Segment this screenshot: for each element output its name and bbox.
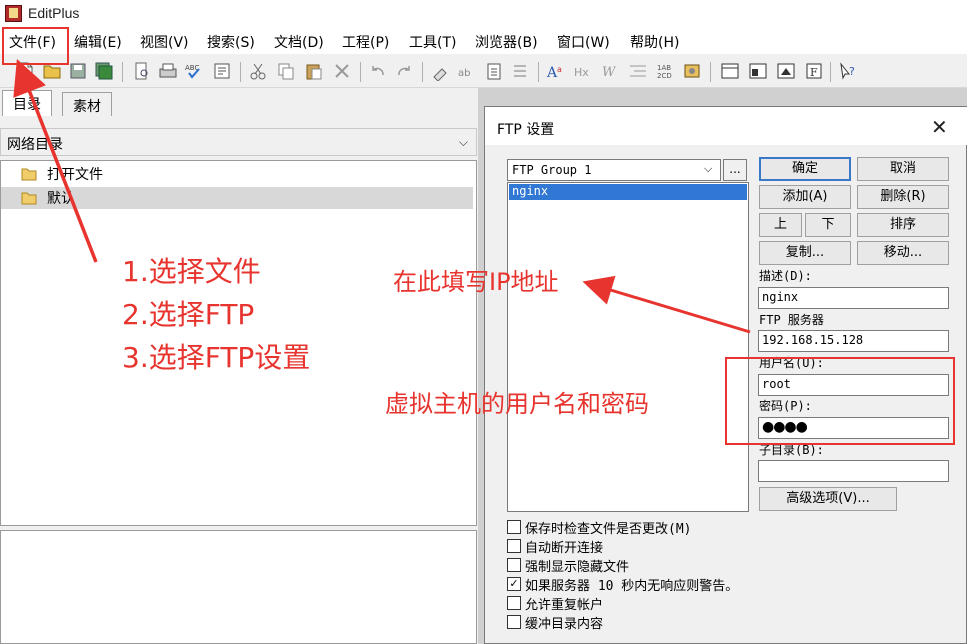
- checkbox-box[interactable]: [507, 520, 521, 534]
- menu-help[interactable]: 帮助(H): [630, 32, 679, 52]
- clipboard-icon[interactable]: [484, 61, 504, 81]
- svg-text:2CD: 2CD: [657, 72, 672, 80]
- function-list-icon[interactable]: F: [804, 61, 824, 81]
- list-item-label: 默认: [47, 191, 75, 207]
- credentials-hint-annotation: 虚拟主机的用户名和密码: [385, 390, 649, 418]
- delete-button[interactable]: 删除(R): [857, 185, 949, 209]
- print-preview-icon[interactable]: [132, 61, 152, 81]
- description-label: 描述(D):: [759, 269, 812, 283]
- directory-window-icon[interactable]: [748, 61, 768, 81]
- sort-button[interactable]: 排序: [857, 213, 949, 237]
- copy-button[interactable]: 复制...: [759, 241, 851, 265]
- sort-icon[interactable]: 1AB 2CD: [656, 61, 676, 81]
- ok-button[interactable]: 确定: [759, 157, 851, 181]
- checkbox-box[interactable]: [507, 596, 521, 610]
- tab-cliptext[interactable]: 素材: [62, 92, 112, 116]
- ip-hint-annotation: 在此填写IP地址: [393, 268, 559, 296]
- hex-view-icon[interactable]: Hx: [574, 61, 594, 81]
- close-icon[interactable]: ✕: [931, 115, 948, 139]
- menu-bar: 文件(F) 编辑(E) 视图(V) 搜索(S) 文档(D) 工程(P) 工具(T…: [0, 28, 967, 54]
- replace-icon[interactable]: ab: [456, 61, 476, 81]
- svg-text:Hx: Hx: [574, 66, 589, 79]
- group-more-button[interactable]: ...: [723, 159, 747, 181]
- svg-text:F: F: [810, 66, 818, 79]
- preferences-icon[interactable]: [682, 61, 702, 81]
- ftp-server-label: FTP 服务器: [759, 313, 824, 327]
- description-input[interactable]: nginx: [758, 287, 949, 309]
- find-icon[interactable]: [430, 61, 450, 82]
- credentials-highlight: [725, 357, 955, 445]
- list-item[interactable]: 打开文件: [21, 163, 473, 185]
- ftp-site-list[interactable]: nginx: [507, 182, 749, 512]
- folder-icon: [21, 168, 37, 181]
- word-wrap-icon[interactable]: [212, 61, 232, 81]
- toggle-window-icon[interactable]: [776, 61, 796, 81]
- ftp-server-input[interactable]: 192.168.15.128: [758, 330, 949, 352]
- folder-icon: [21, 192, 37, 205]
- window-title: EditPlus: [28, 5, 80, 21]
- menu-view[interactable]: 视图(V): [140, 32, 189, 52]
- font-icon[interactable]: Aa: [546, 61, 566, 81]
- checkbox-box[interactable]: [507, 558, 521, 572]
- chevron-down-icon[interactable]: ⌵: [704, 162, 712, 176]
- menu-search[interactable]: 搜索(S): [207, 32, 255, 52]
- help-cursor-icon[interactable]: ?: [838, 61, 858, 81]
- list-item-label: 打开文件: [47, 167, 103, 183]
- paste-icon[interactable]: [304, 61, 324, 81]
- check-icon[interactable]: ✓: [507, 577, 521, 591]
- output-window-icon[interactable]: [720, 61, 740, 81]
- checkbox-box[interactable]: [507, 539, 521, 553]
- undo-icon[interactable]: [368, 61, 388, 81]
- print-icon[interactable]: [158, 61, 178, 81]
- toolbar: ABC ab Aa Hx W 1AB 2CD F ?: [0, 56, 967, 88]
- menu-edit[interactable]: 编辑(E): [74, 32, 122, 52]
- svg-text:ab: ab: [458, 68, 470, 79]
- checkbox-box[interactable]: [507, 615, 521, 629]
- step-3-annotation: 3.选择FTP设置: [122, 341, 311, 374]
- line-number-icon[interactable]: [510, 61, 530, 81]
- add-button[interactable]: 添加(A): [759, 185, 851, 209]
- redo-icon[interactable]: [394, 61, 414, 81]
- dialog-title: FTP 设置: [497, 122, 555, 138]
- menu-document[interactable]: 文档(D): [274, 32, 324, 52]
- delete-icon[interactable]: [332, 61, 352, 81]
- editplus-app-icon: [5, 5, 22, 22]
- cancel-button[interactable]: 取消: [857, 157, 949, 181]
- save-icon[interactable]: [68, 61, 88, 81]
- tab-directory[interactable]: 目录: [2, 90, 52, 116]
- site-list-item[interactable]: nginx: [509, 184, 747, 200]
- folder-combo[interactable]: 网络目录 ⌵: [0, 128, 477, 156]
- menu-tools[interactable]: 工具(T): [409, 32, 456, 52]
- move-up-button[interactable]: 上: [759, 213, 802, 237]
- ftp-group-select[interactable]: FTP Group 1 ⌵: [507, 159, 721, 181]
- spellcheck-icon[interactable]: ABC: [184, 61, 204, 81]
- chevron-down-icon[interactable]: ⌵: [459, 135, 468, 150]
- indent-icon[interactable]: [628, 61, 648, 81]
- move-button[interactable]: 移动...: [857, 241, 949, 265]
- subdirectory-input[interactable]: [758, 460, 949, 482]
- svg-text:1AB: 1AB: [657, 64, 671, 72]
- menu-window[interactable]: 窗口(W): [557, 32, 610, 52]
- move-down-button[interactable]: 下: [805, 213, 851, 237]
- menu-file-highlight: [2, 27, 69, 65]
- svg-text:?: ?: [849, 65, 855, 78]
- svg-text:W: W: [602, 65, 617, 80]
- menu-browser[interactable]: 浏览器(B): [475, 32, 538, 52]
- cut-icon[interactable]: [248, 61, 268, 81]
- ftp-group-value: FTP Group 1: [512, 163, 592, 177]
- word-wrap-w-icon[interactable]: W: [600, 61, 620, 81]
- file-list-panel[interactable]: [0, 530, 477, 644]
- save-all-icon[interactable]: [94, 61, 114, 81]
- advanced-options-button[interactable]: 高级选项(V)...: [759, 487, 897, 511]
- dialog-title-bar: FTP 设置 ✕: [485, 107, 967, 145]
- list-item[interactable]: 默认: [1, 187, 473, 209]
- step-2-annotation: 2.选择FTP: [122, 298, 255, 331]
- menu-project[interactable]: 工程(P): [342, 32, 389, 52]
- folder-combo-value: 网络目录: [7, 137, 63, 153]
- step-1-annotation: 1.选择文件: [122, 255, 261, 288]
- copy-icon[interactable]: [276, 61, 296, 81]
- svg-text:a: a: [557, 65, 562, 74]
- title-bar: EditPlus: [0, 0, 967, 28]
